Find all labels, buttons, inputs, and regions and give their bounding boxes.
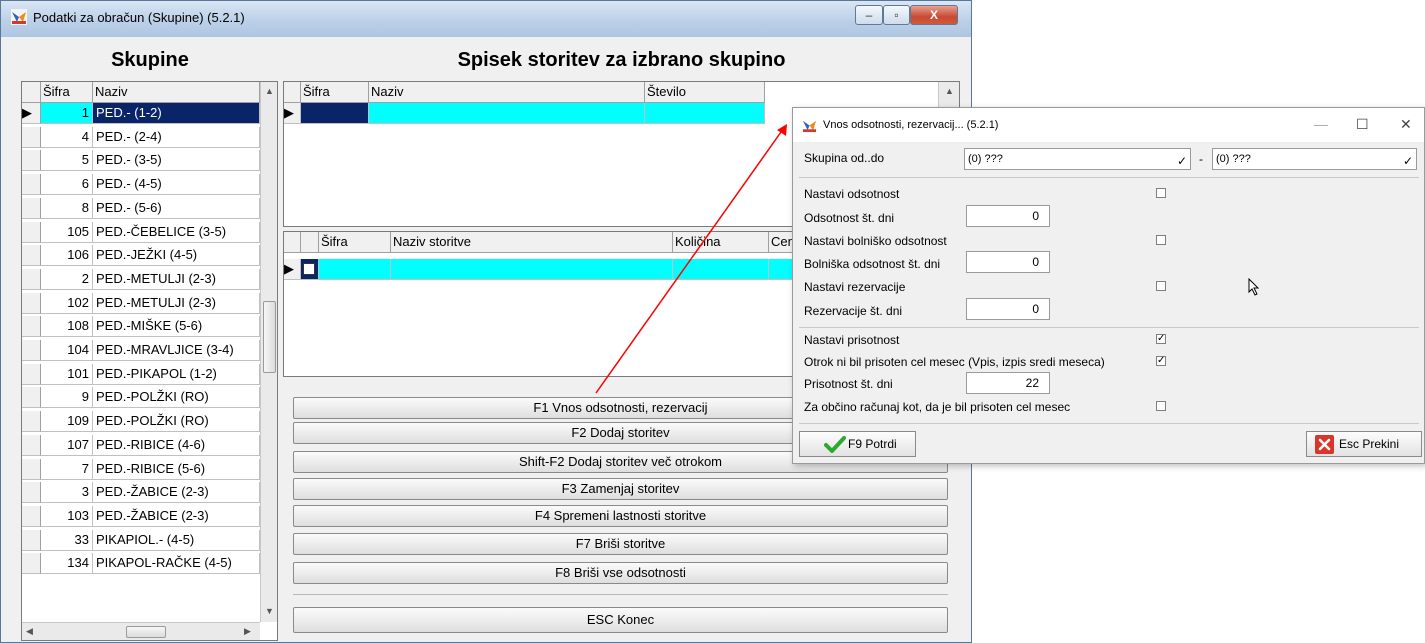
separator [799,423,1419,424]
set-reservations-checkbox[interactable] [1156,281,1166,291]
sick-leave-days-label: Bolniška odsotnost št. dni [804,257,941,271]
mouse-cursor-icon [1248,278,1260,296]
sick-leave-days-input[interactable]: 0 [966,251,1050,273]
dialog-minimize-button[interactable]: — [1314,116,1328,132]
dropdown-icon[interactable]: ✓ [1177,151,1187,171]
dropdown-icon[interactable]: ✓ [1403,151,1413,171]
set-sick-leave-checkbox[interactable] [1156,235,1166,245]
absence-days-label: Odsotnost št. dni [804,211,895,225]
reservation-days-input[interactable]: 0 [966,298,1050,320]
group-to-select[interactable]: (0) ??? ✓ [1212,148,1417,170]
group-range-label: Skupina od..do [804,151,885,165]
presence-days-input[interactable]: 22 [966,372,1050,394]
cancel-x-icon [1315,435,1334,454]
confirm-button[interactable]: F9 Potrdi [799,431,916,457]
set-presence-checkbox[interactable]: ✓ [1156,334,1166,344]
absence-days-input[interactable]: 0 [966,205,1050,227]
set-absence-checkbox[interactable] [1156,188,1166,198]
dialog-titlebar[interactable]: Vnos odsotnosti, rezervacij... (5.2.1) —… [793,108,1424,142]
checkmark-icon [824,436,846,453]
dialog-close-button[interactable]: ✕ [1400,116,1412,133]
separator [799,327,1419,328]
set-absence-label: Nastavi odsotnost [804,187,900,201]
reservation-days-label: Rezervacije št. dni [804,304,903,318]
municipality-full-month-checkbox[interactable] [1156,401,1166,411]
dialog-title: Vnos odsotnosti, rezervacij... (5.2.1) [823,119,999,131]
group-from-value: (0) ??? [968,153,1003,165]
range-dash: - [1199,152,1203,166]
dialog-maximize-button[interactable]: ☐ [1356,116,1369,133]
absence-dialog: Vnos odsotnosti, rezervacij... (5.2.1) —… [792,107,1425,464]
presence-days-label: Prisotnost št. dni [804,377,893,391]
set-reservations-label: Nastavi rezervacije [804,280,906,294]
confirm-button-label: F9 Potrdi [848,437,897,451]
group-to-value: (0) ??? [1216,153,1251,165]
cancel-button-label: Esc Prekini [1339,437,1400,451]
cancel-button[interactable]: Esc Prekini [1306,431,1422,457]
set-sick-leave-label: Nastavi bolniško odsotnost [804,234,947,248]
municipality-full-month-label: Za občino računaj kot, da je bil prisote… [804,400,1071,414]
app-icon [802,120,817,133]
group-from-select[interactable]: (0) ??? ✓ [964,148,1191,170]
set-presence-label: Nastavi prisotnost [804,333,900,347]
separator [799,177,1419,178]
partial-month-checkbox[interactable]: ✓ [1156,356,1166,366]
partial-month-label: Otrok ni bil prisoten cel mesec (Vpis, i… [804,355,1105,369]
